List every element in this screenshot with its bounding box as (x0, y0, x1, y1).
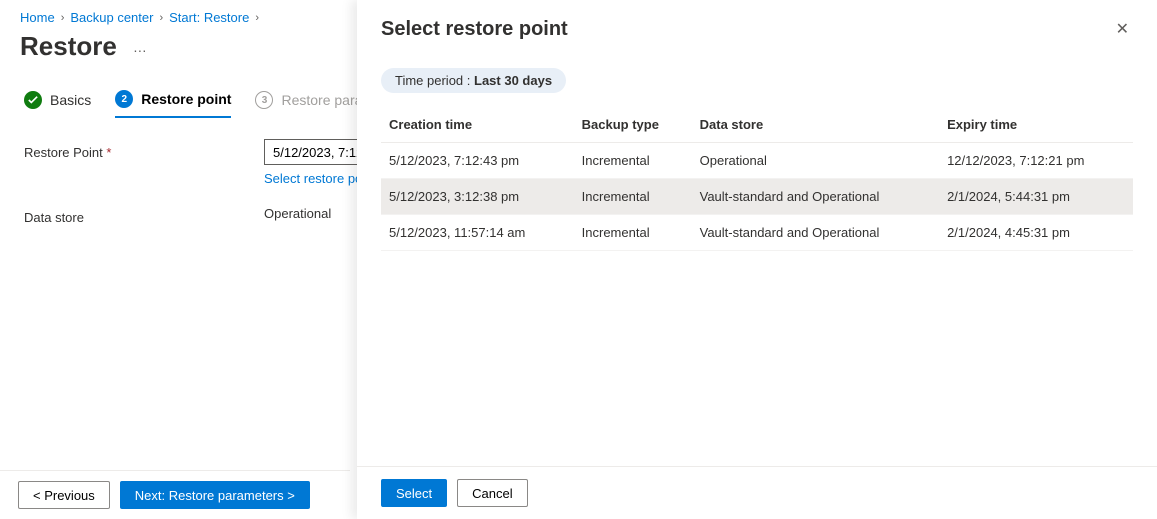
step-number-icon: 2 (115, 90, 133, 108)
time-period-value: Last 30 days (474, 73, 552, 88)
data-store-value: Operational (264, 204, 331, 221)
close-icon[interactable]: ✕ (1112, 18, 1133, 42)
time-period-prefix: Time period : (395, 73, 474, 88)
page-title: Restore (20, 31, 117, 62)
cell-expiry: 12/12/2023, 7:12:21 pm (939, 143, 1133, 179)
check-icon (24, 91, 42, 109)
next-button[interactable]: Next: Restore parameters > (120, 481, 310, 509)
table-row[interactable]: 5/12/2023, 7:12:43 pmIncrementalOperatio… (381, 143, 1133, 179)
cell-backup-type: Incremental (574, 179, 692, 215)
table-row[interactable]: 5/12/2023, 11:57:14 amIncrementalVault-s… (381, 215, 1133, 251)
cell-data-store: Vault-standard and Operational (692, 215, 939, 251)
step-restore-point[interactable]: 2 Restore point (115, 82, 231, 118)
select-button[interactable]: Select (381, 479, 447, 507)
restore-point-label: Restore Point * (24, 139, 264, 160)
table-row[interactable]: 5/12/2023, 3:12:38 pmIncrementalVault-st… (381, 179, 1133, 215)
step-restore-point-label: Restore point (141, 91, 231, 107)
step-basics[interactable]: Basics (24, 83, 91, 117)
cancel-button[interactable]: Cancel (457, 479, 527, 507)
breadcrumb-backup-center[interactable]: Backup center (70, 10, 153, 25)
cell-expiry: 2/1/2024, 4:45:31 pm (939, 215, 1133, 251)
col-expiry-time[interactable]: Expiry time (939, 107, 1133, 143)
cell-creation: 5/12/2023, 11:57:14 am (381, 215, 574, 251)
restore-points-table: Creation time Backup type Data store Exp… (381, 107, 1133, 251)
cell-data-store: Operational (692, 143, 939, 179)
cell-data-store: Vault-standard and Operational (692, 179, 939, 215)
cell-creation: 5/12/2023, 7:12:43 pm (381, 143, 574, 179)
step-number-icon: 3 (255, 91, 273, 109)
more-actions-icon[interactable]: … (133, 39, 148, 55)
data-store-label: Data store (24, 204, 264, 225)
cell-backup-type: Incremental (574, 215, 692, 251)
panel-title: Select restore point (381, 18, 568, 41)
chevron-right-icon: › (255, 12, 259, 24)
col-backup-type[interactable]: Backup type (574, 107, 692, 143)
breadcrumb-home[interactable]: Home (20, 10, 55, 25)
previous-button[interactable]: < Previous (18, 481, 110, 509)
select-restore-point-panel: Select restore point ✕ Time period : Las… (357, 0, 1157, 519)
breadcrumb-start-restore[interactable]: Start: Restore (169, 10, 249, 25)
cell-creation: 5/12/2023, 3:12:38 pm (381, 179, 574, 215)
cell-backup-type: Incremental (574, 143, 692, 179)
chevron-right-icon: › (61, 12, 65, 24)
col-creation-time[interactable]: Creation time (381, 107, 574, 143)
step-basics-label: Basics (50, 92, 91, 108)
chevron-right-icon: › (159, 12, 163, 24)
cell-expiry: 2/1/2024, 5:44:31 pm (939, 179, 1133, 215)
time-period-filter[interactable]: Time period : Last 30 days (381, 68, 566, 93)
col-data-store[interactable]: Data store (692, 107, 939, 143)
